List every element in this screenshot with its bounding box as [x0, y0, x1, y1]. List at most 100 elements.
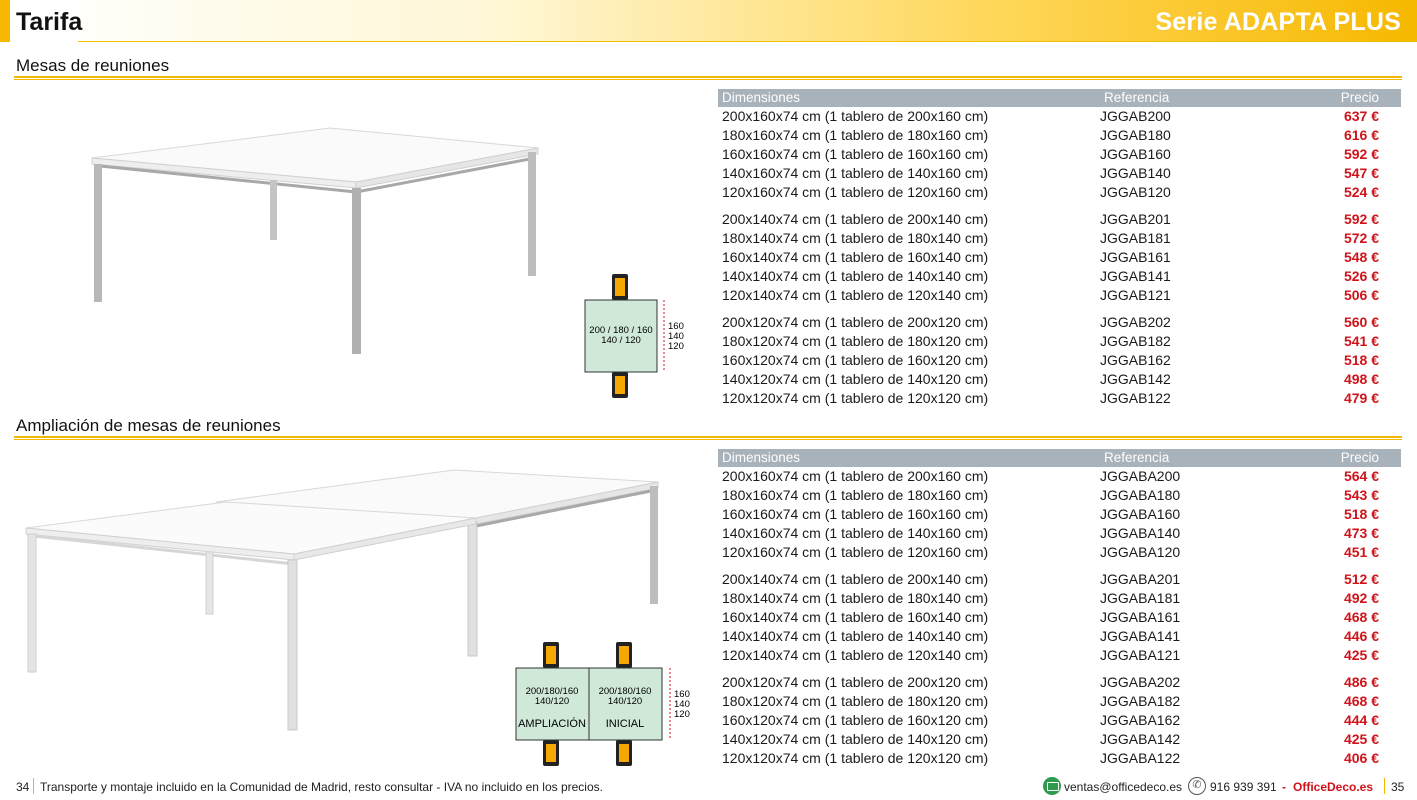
table-row: 180x140x74 cm (1 tablero de 180x140 cm) J…	[718, 589, 1401, 608]
cell-price: 543 €	[1343, 487, 1379, 503]
table-row: 200x120x74 cm (1 tablero de 200x120 cm) J…	[718, 313, 1401, 332]
cell-reference: JGGABA121	[1100, 647, 1181, 663]
table-row: 200x140x74 cm (1 tablero de 200x140 cm) J…	[718, 210, 1401, 229]
width-label: 140 / 120	[601, 335, 641, 346]
cell-reference: JGGABA161	[1100, 609, 1181, 625]
header-reference: Referencia	[1104, 90, 1170, 105]
table-row: 140x140x74 cm (1 tablero de 140x140 cm) J…	[718, 267, 1401, 286]
cell-reference: JGGABA141	[1100, 628, 1181, 644]
cell-reference: JGGAB162	[1100, 352, 1171, 368]
cell-dimensions: 120x160x74 cm (1 tablero de 120x160 cm)	[722, 544, 989, 560]
cell-price: 541 €	[1343, 333, 1379, 349]
table-row: 180x160x74 cm (1 tablero de 180x160 cm) J…	[718, 486, 1401, 505]
cell-reference: JGGABA160	[1100, 506, 1181, 522]
cell-reference: JGGABA122	[1100, 750, 1181, 766]
meeting-table-illustration	[91, 127, 539, 354]
cell-dimensions: 160x120x74 cm (1 tablero de 160x120 cm)	[722, 352, 989, 368]
cell-dimensions: 180x160x74 cm (1 tablero de 180x160 cm)	[722, 127, 989, 143]
table-row: 200x160x74 cm (1 tablero de 200x160 cm) J…	[718, 467, 1401, 486]
table-row: 140x120x74 cm (1 tablero de 140x120 cm) J…	[718, 730, 1401, 749]
cell-price: 518 €	[1343, 352, 1379, 368]
table-row: 160x160x74 cm (1 tablero de 160x160 cm) J…	[718, 505, 1401, 524]
cell-price: 526 €	[1343, 268, 1379, 284]
width-label: 140/120	[535, 696, 569, 707]
section-title-extension-tables: Ampliación de mesas de reuniones	[16, 416, 281, 435]
cell-reference: JGGAB140	[1100, 165, 1171, 181]
table-row: 140x160x74 cm (1 tablero de 140x160 cm) J…	[718, 164, 1401, 183]
table-row: 140x120x74 cm (1 tablero de 140x120 cm) J…	[718, 370, 1401, 389]
section-rule	[14, 76, 1402, 80]
cell-price: 498 €	[1343, 371, 1379, 387]
series-title: Serie ADAPTA PLUS	[1155, 8, 1401, 36]
table-row: 120x140x74 cm (1 tablero de 120x140 cm) J…	[718, 646, 1401, 665]
table-row: 200x160x74 cm (1 tablero de 200x160 cm) J…	[718, 107, 1401, 126]
cell-dimensions: 120x140x74 cm (1 tablero de 120x140 cm)	[722, 647, 989, 663]
cell-reference: JGGAB142	[1100, 371, 1171, 387]
cell-dimensions: 120x140x74 cm (1 tablero de 120x140 cm)	[722, 287, 989, 303]
cell-reference: JGGAB201	[1100, 211, 1171, 227]
cell-price: 572 €	[1343, 230, 1379, 246]
cell-reference: JGGAB182	[1100, 333, 1171, 349]
table-header: Dimensiones Referencia Precio	[718, 89, 1401, 107]
footer-dash: -	[1282, 780, 1286, 794]
extension-label: AMPLIACIÓN	[518, 717, 586, 730]
header-dimensions: Dimensiones	[722, 90, 801, 105]
table-row: 140x140x74 cm (1 tablero de 140x140 cm) J…	[718, 627, 1401, 646]
cell-price: 548 €	[1343, 249, 1379, 265]
page-number-right: 35	[1391, 780, 1405, 794]
cell-reference: JGGAB181	[1100, 230, 1171, 246]
table-row: 180x140x74 cm (1 tablero de 180x140 cm) J…	[718, 229, 1401, 248]
header-reference: Referencia	[1104, 450, 1170, 465]
cell-dimensions: 120x120x74 cm (1 tablero de 120x120 cm)	[722, 750, 989, 766]
cell-dimensions: 140x140x74 cm (1 tablero de 140x140 cm)	[722, 628, 989, 644]
cell-price: 444 €	[1343, 712, 1379, 728]
cell-price: 592 €	[1343, 211, 1379, 227]
cell-price: 560 €	[1343, 314, 1379, 330]
footer-email-link[interactable]: ventas@officedeco.es	[1064, 780, 1182, 794]
cell-dimensions: 200x160x74 cm (1 tablero de 200x160 cm)	[722, 108, 989, 124]
cell-dimensions: 160x140x74 cm (1 tablero de 160x140 cm)	[722, 249, 989, 265]
footer-separator	[1384, 778, 1385, 794]
brand-link[interactable]: OfficeDeco.es	[1293, 780, 1373, 794]
cell-reference: JGGABA182	[1100, 693, 1181, 709]
cell-price: 592 €	[1343, 146, 1379, 162]
cell-price: 425 €	[1343, 731, 1379, 747]
cell-reference: JGGAB160	[1100, 146, 1171, 162]
table-row: 160x120x74 cm (1 tablero de 160x120 cm) J…	[718, 711, 1401, 730]
cell-price: 512 €	[1343, 571, 1379, 587]
depth-label: 120	[674, 709, 690, 720]
cell-dimensions: 200x140x74 cm (1 tablero de 200x140 cm)	[722, 211, 989, 227]
cell-price: 547 €	[1343, 165, 1379, 181]
cell-dimensions: 200x160x74 cm (1 tablero de 200x160 cm)	[722, 468, 989, 484]
table-row: 160x120x74 cm (1 tablero de 160x120 cm) J…	[718, 351, 1401, 370]
footer-separator	[33, 778, 34, 794]
footer-phone[interactable]: 916 939 391	[1210, 780, 1277, 794]
cell-reference: JGGABA202	[1100, 674, 1181, 690]
page-header: Tarifa Serie ADAPTA PLUS	[0, 0, 1417, 42]
cell-price: 468 €	[1343, 693, 1379, 709]
cell-reference: JGGABA120	[1100, 544, 1181, 560]
price-table-extension-tables: Dimensiones Referencia Precio 200x160x74 cm…	[718, 449, 1401, 768]
cell-dimensions: 180x160x74 cm (1 tablero de 180x160 cm)	[722, 487, 989, 503]
cell-price: 637 €	[1343, 108, 1379, 124]
extension-table-diagram: 200/180/160 140/120 200/180/160 140/120 …	[515, 642, 690, 766]
cell-price: 524 €	[1343, 184, 1379, 200]
table-header: Dimensiones Referencia Precio	[718, 449, 1401, 467]
cell-reference: JGGAB200	[1100, 108, 1171, 124]
cell-reference: JGGAB141	[1100, 268, 1171, 284]
cell-dimensions: 140x140x74 cm (1 tablero de 140x140 cm)	[722, 268, 989, 284]
cell-reference: JGGAB161	[1100, 249, 1171, 265]
cell-reference: JGGABA200	[1100, 468, 1181, 484]
cell-dimensions: 200x120x74 cm (1 tablero de 200x120 cm)	[722, 314, 989, 330]
cell-dimensions: 180x120x74 cm (1 tablero de 180x120 cm)	[722, 693, 989, 709]
header-price: Precio	[1340, 450, 1379, 465]
table-row: 120x120x74 cm (1 tablero de 120x120 cm) J…	[718, 749, 1401, 768]
phone-icon: ✆	[1188, 777, 1206, 795]
table-row: 180x160x74 cm (1 tablero de 180x160 cm) J…	[718, 126, 1401, 145]
cell-dimensions: 180x140x74 cm (1 tablero de 180x140 cm)	[722, 230, 989, 246]
cell-dimensions: 180x120x74 cm (1 tablero de 180x120 cm)	[722, 333, 989, 349]
cell-price: 492 €	[1343, 590, 1379, 606]
page-number-left: 34	[16, 780, 30, 794]
header-dimensions: Dimensiones	[722, 450, 801, 465]
cell-price: 406 €	[1343, 750, 1379, 766]
